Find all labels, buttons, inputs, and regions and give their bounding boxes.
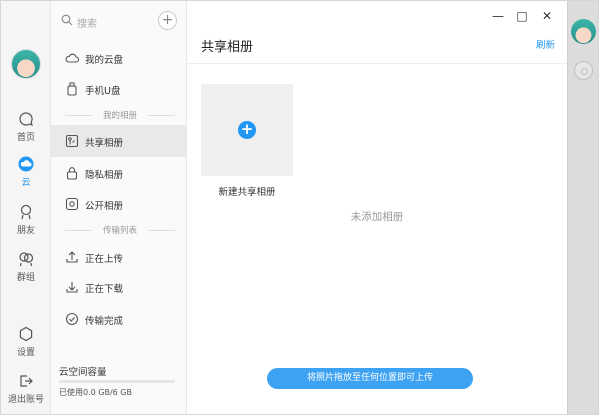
sidebar-item-label: 正在上传 [85,254,124,265]
nav-cloud-label: 云 [21,178,31,188]
nav-settings[interactable]: 设置 [1,326,51,358]
shared-album-icon [65,134,79,148]
maximize-button[interactable]: □ [515,9,529,23]
sidebar-item-private-album[interactable]: 隐私相册 [51,157,187,189]
sidebar-item-shared-album[interactable]: 共享相册 [51,125,187,157]
main-panel: — □ ✕ 共享相册 刷新 + 新建共享相册 未添加相册 将照片拖放至任何位置即… [187,1,567,414]
logout-icon [20,375,33,387]
sidebar-item-label: 传输完成 [85,316,124,327]
sidebar: 搜索 + 我的云盘 手机U盘 我的相册 共享相册 隐私相册 公开相册 传输列表 … [51,1,187,414]
close-button[interactable]: ✕ [540,9,554,23]
lock-icon [66,167,78,180]
sidebar-item-label: 手机U盘 [85,86,121,97]
add-circle-icon: + [238,121,256,139]
nav-logout-label: 退出账号 [7,395,44,405]
nav-home-label: 首页 [16,133,35,143]
right-strip [567,1,598,414]
nav-rail: 首页 云 朋友 群组 设置 退出账号 [1,1,51,414]
storage-progress-bar [59,380,175,383]
sidebar-item-public-album[interactable]: 公开相册 [51,188,187,220]
sidebar-item-uploading[interactable]: 正在上传 [51,241,187,273]
settings-hexagon-icon [19,326,33,342]
app-window: 首页 云 朋友 群组 设置 退出账号 搜索 + 我的云盘 手机U盘 我的相册 共… [0,0,599,415]
friend-icon [20,204,32,220]
sidebar-item-label: 我的云盘 [85,55,124,66]
search-input[interactable]: 搜索 [59,11,149,31]
nav-settings-label: 设置 [16,348,35,358]
usb-drive-icon [67,82,77,96]
refresh-link[interactable]: 刷新 [536,37,555,51]
sidebar-item-label: 隐私相册 [85,170,124,181]
page-title: 共享相册 [201,40,254,55]
check-circle-icon [65,312,79,326]
download-icon [66,282,78,293]
new-shared-album-label: 新建共享相册 [218,187,276,198]
sidebar-item-completed[interactable]: 传输完成 [51,303,187,335]
nav-cloud[interactable]: 云 [1,156,51,188]
circle-button-icon[interactable] [574,61,593,80]
section-title-albums: 我的相册 [65,109,175,121]
sidebar-item-label: 正在下载 [85,284,124,295]
new-shared-album-tile[interactable]: + [201,84,293,176]
nav-groups-label: 群组 [16,273,35,283]
upload-hint-button[interactable]: 将照片拖放至任何位置即可上传 [267,368,473,389]
section-title-transfers: 传输列表 [65,224,175,236]
avatar[interactable] [571,19,596,44]
nav-home[interactable]: 首页 [1,111,51,143]
public-album-icon [65,197,79,211]
cloud-outline-icon [65,53,79,63]
add-button[interactable]: + [158,11,177,30]
cloud-icon [18,156,34,172]
search-placeholder: 搜索 [77,19,97,30]
sidebar-item-my-cloud[interactable]: 我的云盘 [51,42,187,74]
sidebar-item-label: 共享相册 [85,138,124,149]
header-divider [187,63,567,64]
nav-logout[interactable]: 退出账号 [1,373,51,405]
storage-title: 云空间容量 [59,367,107,378]
nav-groups[interactable]: 群组 [1,251,51,283]
sidebar-item-downloading[interactable]: 正在下载 [51,271,187,303]
sidebar-item-phone-drive[interactable]: 手机U盘 [51,73,187,105]
search-icon [61,14,73,26]
group-icon [19,252,34,267]
chat-bubble-icon [19,112,33,126]
nav-friends-label: 朋友 [16,226,35,236]
sidebar-item-label: 公开相册 [85,201,124,212]
storage-usage-text: 已使用0.0 GB/6 GB [59,388,132,397]
upload-icon [66,251,78,263]
nav-friends[interactable]: 朋友 [1,204,51,236]
avatar[interactable] [11,49,41,79]
minimize-button[interactable]: — [491,9,505,23]
empty-state-text: 未添加相册 [350,211,404,223]
